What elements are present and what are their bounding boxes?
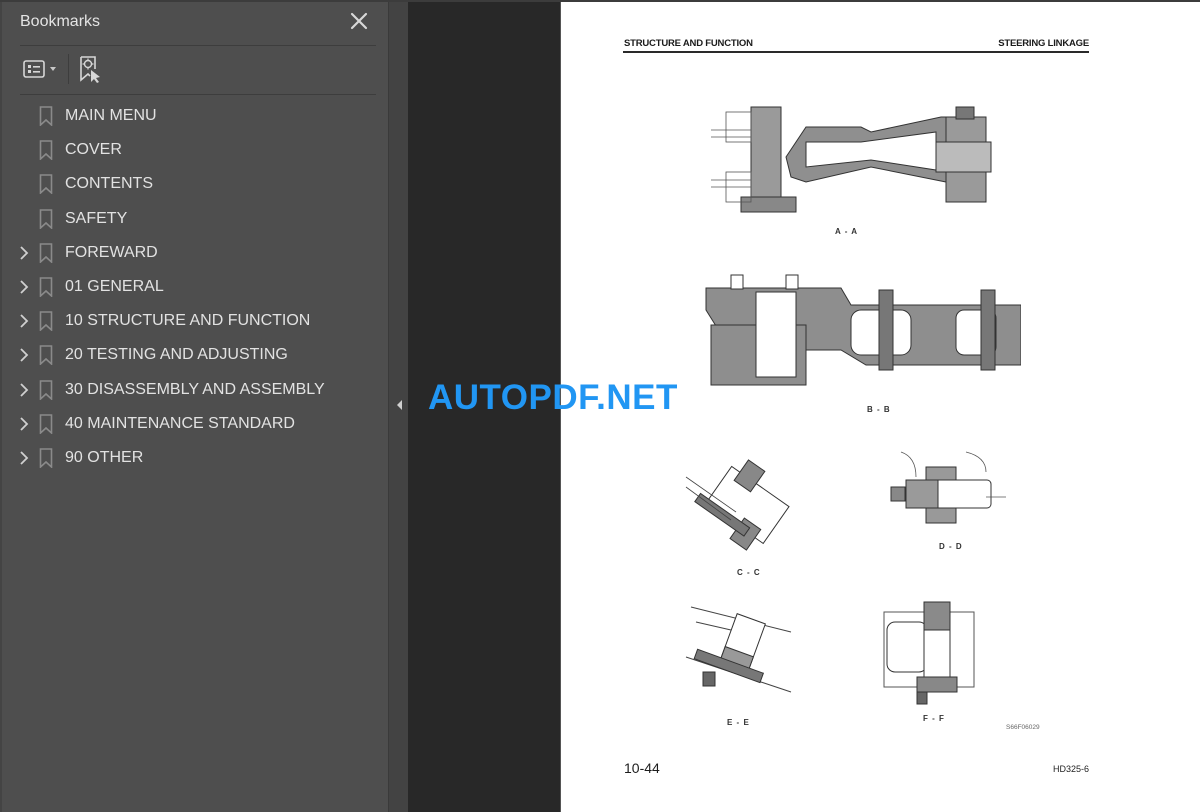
- figure-e-e-drawing: [685, 606, 792, 693]
- bookmark-item[interactable]: 01 GENERAL: [2, 270, 388, 304]
- figure-code: S66F06029: [1006, 724, 1040, 731]
- bookmark-label: SAFETY: [65, 209, 128, 227]
- bookmark-item[interactable]: 90 OTHER: [2, 441, 388, 475]
- bookmark-item[interactable]: 30 DISASSEMBLY AND ASSEMBLY: [2, 373, 388, 407]
- collapse-left-icon[interactable]: [394, 397, 404, 413]
- bookmark-icon: [39, 140, 53, 161]
- bookmark-item[interactable]: COVER: [2, 133, 388, 167]
- page-header-section: STRUCTURE AND FUNCTION: [624, 38, 753, 49]
- figure-b-b-drawing: [705, 274, 1021, 386]
- chevron-right-icon[interactable]: [18, 382, 30, 398]
- bookmark-item[interactable]: SAFETY: [2, 202, 388, 236]
- figure-d-d-drawing: [890, 451, 1006, 524]
- page-header-topic: STEERING LINKAGE: [998, 38, 1089, 49]
- figure-a-a-drawing: [711, 106, 992, 213]
- bookmark-icon: [39, 277, 53, 298]
- header-rule: [623, 51, 1089, 53]
- chevron-right-icon[interactable]: [18, 416, 30, 432]
- figure-label: E - E: [727, 718, 750, 727]
- bookmark-label: 01 GENERAL: [65, 277, 164, 295]
- bookmarks-panel-header: Bookmarks: [2, 0, 388, 46]
- divider: [20, 45, 376, 46]
- watermark: AUTOPDF.NET: [428, 378, 678, 417]
- bookmark-icon: [39, 345, 53, 367]
- chevron-right-icon[interactable]: [18, 450, 30, 466]
- bookmark-item[interactable]: 20 TESTING AND ADJUSTING: [2, 338, 388, 372]
- figure-label: B - B: [867, 405, 891, 414]
- bookmark-item[interactable]: 10 STRUCTURE AND FUNCTION: [2, 304, 388, 338]
- bookmark-label: 90 OTHER: [65, 448, 144, 466]
- figure-label: C - C: [737, 568, 761, 577]
- page-number: 10-44: [624, 760, 660, 776]
- bookmark-icon: [39, 413, 53, 435]
- bookmark-label: 30 DISASSEMBLY AND ASSEMBLY: [65, 380, 325, 398]
- close-icon[interactable]: [348, 10, 370, 32]
- list-options-icon[interactable]: [22, 58, 62, 82]
- bookmark-icon: [39, 242, 53, 264]
- bookmark-label: 20 TESTING AND ADJUSTING: [65, 346, 288, 364]
- bookmark-label: 10 STRUCTURE AND FUNCTION: [65, 312, 311, 330]
- figure-label: A - A: [835, 227, 859, 236]
- bookmark-label: CONTENTS: [65, 175, 153, 193]
- divider: [20, 94, 376, 95]
- bookmark-icon: [39, 106, 53, 127]
- find-current-bookmark-icon[interactable]: [78, 54, 104, 84]
- chevron-right-icon[interactable]: [18, 245, 30, 261]
- chevron-right-icon[interactable]: [18, 347, 30, 363]
- chevron-right-icon[interactable]: [18, 313, 30, 329]
- window-top-border: [0, 0, 1200, 2]
- bookmarks-panel: Bookmarks MAIN MENU COVER CONTENTS SAFET…: [0, 0, 388, 812]
- bookmark-item[interactable]: MAIN MENU: [2, 99, 388, 133]
- bookmark-label: COVER: [65, 141, 122, 159]
- bookmark-item[interactable]: FOREWARD: [2, 236, 388, 270]
- bookmark-label: FOREWARD: [65, 243, 158, 261]
- panel-splitter[interactable]: [388, 0, 408, 812]
- figure-c-c-drawing: [685, 459, 790, 551]
- bookmark-label: MAIN MENU: [65, 107, 157, 124]
- panel-title: Bookmarks: [20, 13, 101, 30]
- bookmark-icon: [39, 448, 53, 469]
- bookmark-item[interactable]: 40 MAINTENANCE STANDARD: [2, 407, 388, 441]
- toolbar-separator: [68, 54, 69, 84]
- page-model: HD325-6: [1052, 764, 1089, 774]
- bookmark-icon: [39, 174, 53, 196]
- chevron-right-icon[interactable]: [18, 279, 30, 295]
- figure-label: F - F: [923, 714, 945, 723]
- figure-f-f-drawing: [883, 601, 975, 705]
- figure-label: D - D: [939, 542, 963, 551]
- bookmark-icon: [39, 311, 53, 332]
- bookmark-label: 40 MAINTENANCE STANDARD: [65, 414, 295, 432]
- bookmark-icon: [39, 379, 53, 401]
- bookmark-icon: [39, 208, 53, 230]
- bookmark-list: MAIN MENU COVER CONTENTS SAFETY FOREWARD…: [2, 99, 388, 475]
- bookmarks-toolbar: [20, 50, 376, 90]
- bookmark-item[interactable]: CONTENTS: [2, 167, 388, 201]
